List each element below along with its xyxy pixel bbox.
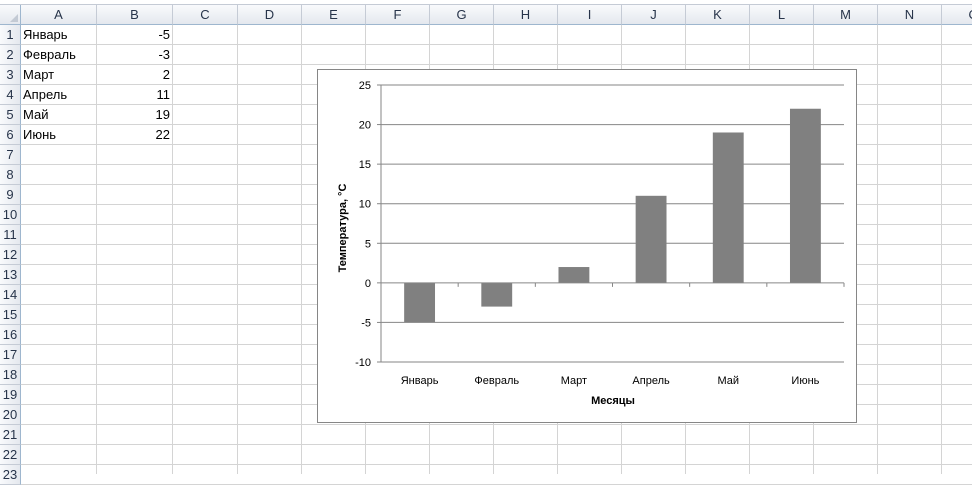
- row-header-19[interactable]: 19: [0, 385, 21, 405]
- row-header-14[interactable]: 14: [0, 285, 21, 305]
- row-header-22[interactable]: 22: [0, 445, 21, 465]
- temperature-chart[interactable]: -10 -5 0 5 10 15 20 25 Январь Февраль Март Апрель М…: [317, 69, 857, 423]
- bar-3[interactable]: [558, 267, 590, 283]
- column-gridline: [301, 25, 302, 474]
- row-header-5[interactable]: 5: [0, 105, 21, 125]
- row-header-2[interactable]: 2: [0, 45, 21, 65]
- column-header-b[interactable]: B: [97, 5, 173, 25]
- x-tick-label: Апрель: [632, 375, 670, 387]
- cell-a1[interactable]: Январь: [21, 25, 97, 45]
- column-header-f[interactable]: F: [366, 5, 430, 25]
- column-header-l[interactable]: L: [750, 5, 814, 25]
- y-axis-tick-labels: -10 -5 0 5 10 15 20 25: [355, 80, 371, 369]
- chart-svg: -10 -5 0 5 10 15 20 25 Январь Февраль Март Апрель М…: [337, 80, 845, 407]
- spreadsheet: ABCDEFGHIJKLMNO 123456789101112131415161…: [0, 0, 972, 485]
- row-header-20[interactable]: 20: [0, 405, 21, 425]
- column-gridline: [877, 25, 878, 474]
- cell-b4[interactable]: 11: [97, 85, 173, 105]
- column-gridline: [237, 25, 238, 474]
- cell-a3[interactable]: Март: [21, 65, 97, 85]
- bar-2[interactable]: [481, 282, 513, 307]
- row-header-10[interactable]: 10: [0, 205, 21, 225]
- chart-gridlines: [381, 84, 844, 363]
- cell-b2[interactable]: -3: [97, 45, 173, 65]
- y-tick-label: 25: [359, 80, 371, 92]
- column-header-m[interactable]: M: [814, 5, 878, 25]
- row-header-15[interactable]: 15: [0, 305, 21, 325]
- row-header-7[interactable]: 7: [0, 145, 21, 165]
- column-header-e[interactable]: E: [302, 5, 366, 25]
- row-header-13[interactable]: 13: [0, 265, 21, 285]
- column-header-a[interactable]: A: [21, 5, 97, 25]
- cell-b1[interactable]: -5: [97, 25, 173, 45]
- row-header-16[interactable]: 16: [0, 325, 21, 345]
- column-header-j[interactable]: J: [622, 5, 686, 25]
- bar-6[interactable]: [789, 108, 821, 283]
- bar-1[interactable]: [404, 282, 436, 323]
- column-header-d[interactable]: D: [238, 5, 302, 25]
- row-gridline: [21, 464, 972, 465]
- y-axis-title: Температура, °С: [337, 184, 349, 273]
- cell-a4[interactable]: Апрель: [21, 85, 97, 105]
- column-header-i[interactable]: I: [558, 5, 622, 25]
- row-header-18[interactable]: 18: [0, 365, 21, 385]
- column-header-o[interactable]: O: [942, 5, 972, 25]
- x-axis-tick-labels: Январь Февраль Март Апрель Май Июнь: [401, 375, 820, 387]
- row-header-9[interactable]: 9: [0, 185, 21, 205]
- row-header-21[interactable]: 21: [0, 425, 21, 445]
- row-gridline: [21, 444, 972, 445]
- column-header-k[interactable]: K: [686, 5, 750, 25]
- chart-axes: [377, 84, 845, 363]
- y-tick-label: -10: [355, 357, 371, 369]
- x-tick-label: Февраль: [474, 375, 519, 387]
- cell-b5[interactable]: 19: [97, 105, 173, 125]
- x-tick-label: Май: [717, 375, 739, 387]
- row-header-17[interactable]: 17: [0, 345, 21, 365]
- y-tick-label: 20: [359, 120, 371, 132]
- row-header-23[interactable]: 23: [0, 465, 21, 485]
- x-tick-label: Январь: [401, 375, 439, 387]
- row-header-6[interactable]: 6: [0, 125, 21, 145]
- column-gridline: [941, 25, 942, 474]
- cell-a6[interactable]: Июнь: [21, 125, 97, 145]
- column-header-h[interactable]: H: [494, 5, 558, 25]
- cell-b3[interactable]: 2: [97, 65, 173, 85]
- row-header-8[interactable]: 8: [0, 165, 21, 185]
- select-all-button[interactable]: [0, 5, 21, 25]
- y-tick-label: 5: [365, 238, 371, 250]
- x-tick-label: Июнь: [791, 375, 819, 387]
- y-tick-label: 10: [359, 199, 371, 211]
- cell-a2[interactable]: Февраль: [21, 45, 97, 65]
- y-tick-label: -5: [361, 317, 371, 329]
- column-header-c[interactable]: C: [173, 5, 238, 25]
- y-tick-label: 15: [359, 159, 371, 171]
- bar-5[interactable]: [712, 132, 744, 283]
- row-header-3[interactable]: 3: [0, 65, 21, 85]
- x-tick-label: Март: [561, 375, 587, 387]
- x-axis-title: Месяцы: [591, 395, 635, 407]
- chart-bars: [404, 108, 821, 323]
- column-header-g[interactable]: G: [430, 5, 494, 25]
- row-header-11[interactable]: 11: [0, 225, 21, 245]
- cell-b6[interactable]: 22: [97, 125, 173, 145]
- column-header-n[interactable]: N: [878, 5, 942, 25]
- row-header-4[interactable]: 4: [0, 85, 21, 105]
- y-tick-label: 0: [365, 278, 371, 290]
- bar-4[interactable]: [635, 195, 667, 283]
- row-gridline: [21, 424, 972, 425]
- row-header-1[interactable]: 1: [0, 25, 21, 45]
- row-header-12[interactable]: 12: [0, 245, 21, 265]
- cell-a5[interactable]: Май: [21, 105, 97, 125]
